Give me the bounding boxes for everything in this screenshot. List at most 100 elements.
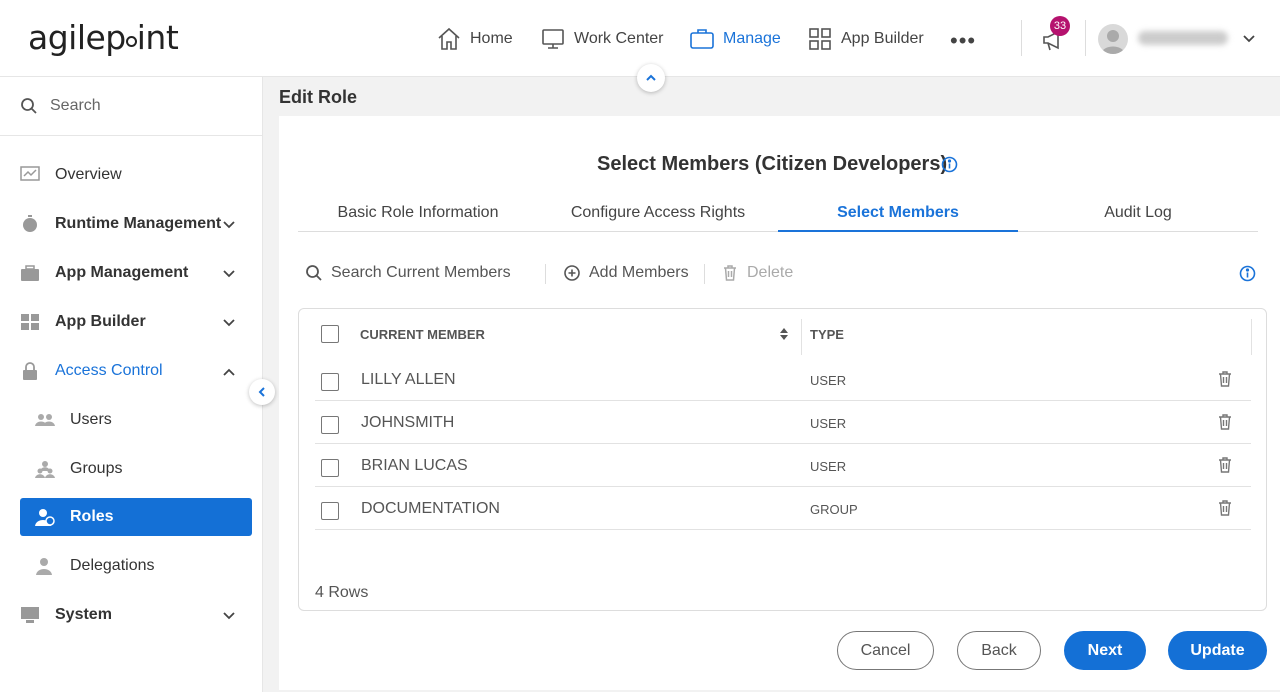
add-members-label: Add Members: [589, 264, 689, 281]
update-button[interactable]: Update: [1168, 631, 1267, 670]
trash-icon: [724, 265, 736, 281]
chevron-up-icon: [223, 368, 235, 376]
add-members-button[interactable]: Add Members: [563, 264, 689, 282]
top-header: agilep int Home Work Center Manage App Bu…: [0, 0, 1280, 77]
page-title: Edit Role: [279, 87, 358, 107]
column-divider: [1251, 319, 1252, 355]
header-divider: [1085, 20, 1086, 56]
chevron-left-icon: [258, 387, 265, 397]
search-icon: [306, 265, 322, 281]
sidebar-item-label: Access Control: [55, 362, 163, 379]
grid-header: CURRENT MEMBER TYPE: [299, 309, 1266, 358]
table-row[interactable]: DOCUMENTATION GROUP: [315, 487, 1251, 530]
home-icon: [438, 27, 460, 50]
sidebar-item-overview[interactable]: Overview: [0, 156, 262, 194]
tab-configure-access-rights[interactable]: Configure Access Rights: [538, 196, 778, 231]
sort-icon[interactable]: [779, 328, 789, 340]
sidebar-search[interactable]: Search: [0, 77, 262, 136]
collapse-sidebar-button[interactable]: [249, 379, 275, 405]
more-menu-icon[interactable]: •••: [950, 28, 976, 54]
briefcase-icon: [690, 29, 714, 49]
row-checkbox[interactable]: [321, 416, 339, 434]
stopwatch-icon: [23, 215, 37, 232]
members-grid: CURRENT MEMBER TYPE LILLY ALLEN USER JOH…: [298, 308, 1267, 611]
trash-icon[interactable]: [1217, 456, 1233, 474]
member-name: BRIAN LUCAS: [361, 457, 468, 474]
chevron-down-icon[interactable]: [1242, 32, 1256, 46]
sidebar-item-app-builder[interactable]: App Builder: [0, 303, 262, 341]
role-user-icon: [35, 509, 55, 526]
avatar[interactable]: [1098, 24, 1128, 54]
sidebar-item-label: Roles: [70, 508, 114, 525]
row-count: 4 Rows: [315, 584, 369, 601]
sidebar-item-label: App Management: [55, 264, 189, 281]
table-row[interactable]: BRIAN LUCAS USER: [315, 444, 1251, 487]
sidebar-item-label: App Builder: [55, 313, 146, 330]
select-all-checkbox[interactable]: [321, 325, 339, 343]
row-checkbox[interactable]: [321, 459, 339, 477]
column-divider: [801, 319, 802, 355]
tab-audit-log[interactable]: Audit Log: [1018, 196, 1258, 231]
wizard-tabs: Basic Role Information Configure Access …: [298, 196, 1258, 232]
plus-circle-icon: [564, 265, 580, 281]
agilepoint-logo[interactable]: agilep int: [28, 18, 179, 57]
table-row[interactable]: JOHNSMITH USER: [315, 401, 1251, 444]
row-checkbox[interactable]: [321, 502, 339, 520]
user-silhouette-icon: [1101, 30, 1125, 54]
sidebar-item-access-control[interactable]: Access Control: [0, 352, 262, 390]
notification-badge: 33: [1050, 16, 1070, 36]
sidebar-search-placeholder: Search: [50, 97, 101, 114]
nav-app-builder[interactable]: App Builder: [807, 24, 924, 54]
sidebar-item-label: Groups: [70, 460, 123, 477]
sidebar-item-users[interactable]: Users: [0, 401, 262, 439]
sidebar-item-label: Overview: [55, 166, 122, 183]
member-type: USER: [810, 416, 847, 431]
tab-basic-role-information[interactable]: Basic Role Information: [298, 196, 538, 231]
nav-work-center[interactable]: Work Center: [540, 24, 664, 54]
cancel-button[interactable]: Cancel: [837, 631, 934, 670]
back-button[interactable]: Back: [957, 631, 1041, 670]
member-type: GROUP: [810, 502, 858, 517]
member-type: USER: [810, 373, 847, 388]
trash-icon[interactable]: [1217, 413, 1233, 431]
chevron-down-icon: [223, 319, 235, 327]
user-name[interactable]: [1138, 31, 1228, 45]
info-icon[interactable]: [1239, 265, 1256, 282]
sidebar-item-roles[interactable]: Roles: [20, 498, 252, 536]
member-type: USER: [810, 459, 847, 474]
next-button[interactable]: Next: [1064, 631, 1146, 670]
info-icon[interactable]: [941, 156, 958, 173]
search-members-placeholder: Search Current Members: [331, 264, 511, 281]
row-checkbox[interactable]: [321, 373, 339, 391]
delete-label: Delete: [747, 264, 794, 281]
search-members-input[interactable]: Search Current Members: [305, 264, 511, 282]
chart-monitor-icon: [20, 166, 40, 181]
sidebar-item-delegations[interactable]: Delegations: [0, 547, 262, 585]
nav-work-center-label: Work Center: [574, 30, 664, 47]
sidebar-item-app-management[interactable]: App Management: [0, 254, 262, 292]
monitor-icon: [542, 29, 564, 49]
nav-app-builder-label: App Builder: [841, 30, 924, 47]
search-icon: [21, 98, 37, 114]
sidebar: Search Overview Runtime Management App M…: [0, 77, 263, 692]
sidebar-item-system[interactable]: System: [0, 596, 262, 634]
nav-home-label: Home: [470, 30, 513, 47]
nav-home[interactable]: Home: [436, 24, 513, 54]
table-row[interactable]: LILLY ALLEN USER: [315, 358, 1251, 401]
sidebar-item-label: Users: [70, 411, 112, 428]
member-name: LILLY ALLEN: [361, 371, 456, 388]
column-header-type[interactable]: TYPE: [810, 327, 844, 342]
trash-icon[interactable]: [1217, 370, 1233, 388]
sidebar-item-groups[interactable]: Groups: [0, 450, 262, 488]
members-toolbar: Search Current Members Add Members Delet…: [305, 262, 1265, 286]
column-header-current-member[interactable]: CURRENT MEMBER: [360, 327, 485, 342]
chevron-up-icon: [646, 74, 656, 81]
trash-icon[interactable]: [1217, 499, 1233, 517]
collapse-header-button[interactable]: [637, 64, 665, 92]
toolbar-divider: [545, 264, 546, 284]
tab-select-members[interactable]: Select Members: [778, 196, 1018, 232]
system-settings-icon: [21, 607, 39, 623]
nav-manage[interactable]: Manage: [689, 24, 781, 54]
delete-button[interactable]: Delete: [721, 264, 793, 282]
sidebar-item-runtime-management[interactable]: Runtime Management: [0, 205, 262, 243]
